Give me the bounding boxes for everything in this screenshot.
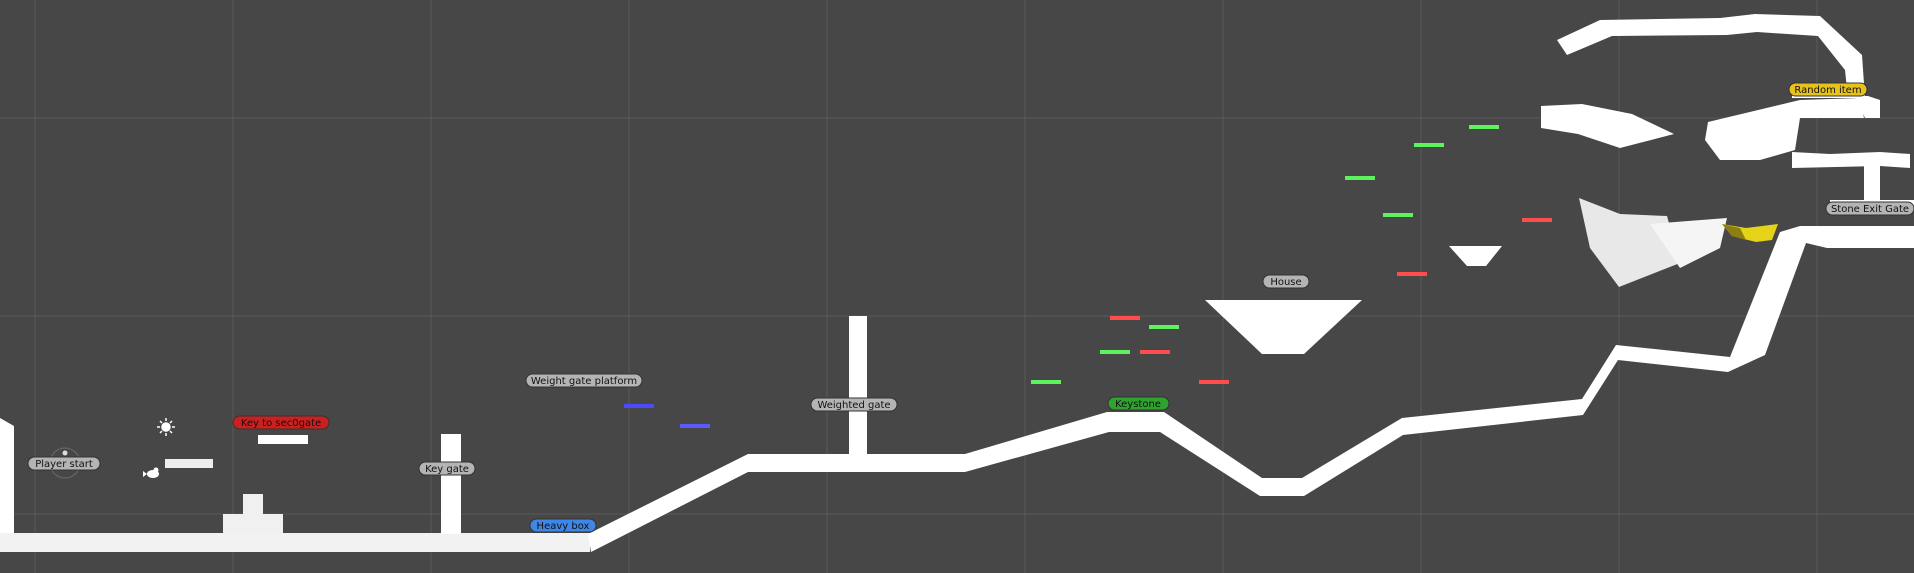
left-wall (0, 418, 14, 535)
label-house[interactable]: House (1262, 274, 1310, 289)
label-weight-gate-platform-text: Weight gate platform (531, 376, 637, 387)
label-keystone-text: Keystone (1115, 399, 1161, 410)
label-key-gate[interactable]: Key gate (418, 461, 476, 476)
label-stone-exit-gate[interactable]: Stone Exit Gate (1825, 201, 1914, 216)
key-platform (258, 435, 308, 444)
label-random-item-text: Random item (1794, 85, 1861, 96)
label-player-start-text: Player start (35, 459, 93, 470)
green-platform-5 (1383, 213, 1413, 217)
player-gizmo-icon[interactable] (62, 450, 68, 456)
green-platform-7 (1469, 125, 1499, 129)
stone-exit-gate-post (1864, 166, 1880, 202)
label-stone-exit-gate-text: Stone Exit Gate (1831, 204, 1909, 215)
label-weighted-gate[interactable]: Weighted gate (810, 397, 898, 412)
label-weighted-gate-text: Weighted gate (817, 400, 890, 411)
scene-view[interactable]: Player start Key to sec0gate Key gate He… (0, 0, 1914, 573)
green-platform-6 (1414, 143, 1444, 147)
weighted-gate-pillar (849, 316, 867, 456)
label-key-gate-text: Key gate (425, 464, 469, 475)
ground-floor (0, 533, 590, 552)
blue-platform-2 (680, 424, 710, 428)
red-platform-1 (1110, 316, 1140, 320)
red-platform-4 (1397, 272, 1427, 276)
small-platform-left (165, 459, 213, 468)
green-platform-1 (1031, 380, 1061, 384)
label-random-item[interactable]: Random item (1788, 82, 1868, 97)
label-house-text: House (1270, 277, 1301, 288)
key-gate-pillar (441, 434, 461, 534)
green-platform-3 (1149, 325, 1179, 329)
label-heavy-box[interactable]: Heavy box (529, 518, 597, 533)
label-key-to-gate-text: Key to sec0gate (241, 418, 321, 429)
red-platform-3 (1199, 380, 1229, 384)
scene-background (0, 0, 1914, 573)
label-keystone[interactable]: Keystone (1107, 396, 1170, 411)
green-platform-2 (1100, 350, 1130, 354)
label-weight-gate-platform[interactable]: Weight gate platform (525, 373, 643, 388)
stair-block-lower (223, 514, 283, 534)
label-heavy-box-text: Heavy box (537, 521, 590, 532)
green-platform-4 (1345, 176, 1375, 180)
stone-exit-gate-ledge (1792, 152, 1910, 168)
label-player-start[interactable]: Player start (27, 456, 101, 471)
red-platform-5 (1522, 218, 1552, 222)
label-key-to-gate[interactable]: Key to sec0gate (232, 415, 330, 430)
stair-block-upper (243, 494, 263, 515)
red-platform-2 (1140, 350, 1170, 354)
blue-platform-1 (624, 404, 654, 408)
